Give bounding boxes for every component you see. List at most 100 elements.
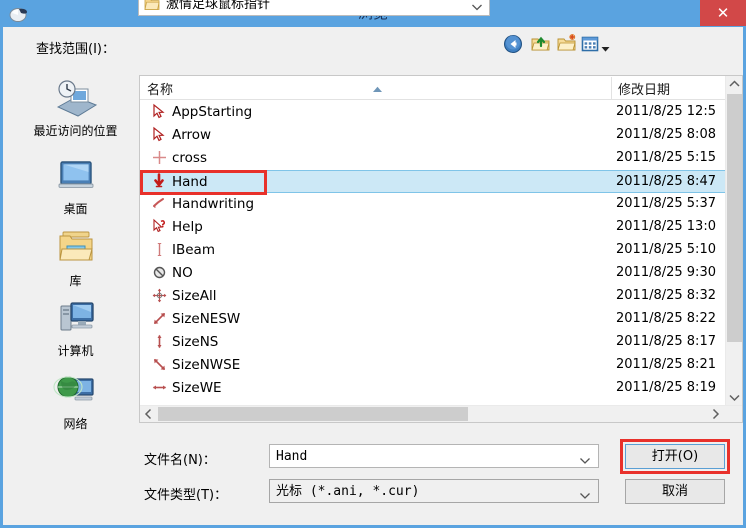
file-name: AppStarting <box>172 104 253 120</box>
scroll-right-icon[interactable] <box>707 406 724 422</box>
sidebar-item-libraries[interactable]: 库 <box>18 227 133 289</box>
sidebar-item-recent[interactable]: 最近访问的位置 <box>18 77 133 139</box>
table-row[interactable]: SizeNS 2011/8/25 8:17 <box>140 331 725 354</box>
cursor-appstarting-icon <box>151 103 168 121</box>
cursor-ibeam-icon <box>151 241 168 259</box>
file-name: SizeNESW <box>172 311 241 327</box>
file-rows: AppStarting 2011/8/25 12:5 Arrow 2011/8/… <box>140 101 725 401</box>
open-button[interactable]: 打开(O) <box>625 444 725 469</box>
chevron-down-icon[interactable] <box>579 452 591 464</box>
filename-input[interactable]: Hand <box>269 444 599 468</box>
filetype-label: 文件类型(T)： <box>144 488 228 503</box>
table-row[interactable]: SizeWE 2011/8/25 8:19 <box>140 377 725 400</box>
views-button[interactable] <box>581 34 599 54</box>
back-button[interactable] <box>503 34 525 54</box>
chevron-down-icon[interactable] <box>579 487 591 499</box>
cursor-sizenesw-icon <box>151 310 168 328</box>
scrollbar-corner <box>725 406 742 422</box>
cursor-sizeall-icon <box>151 287 168 305</box>
file-date: 2011/8/25 5:37 <box>616 196 716 211</box>
cursor-handwriting-icon <box>151 195 168 213</box>
file-date: 2011/8/25 8:08 <box>616 127 716 142</box>
table-row[interactable]: AppStarting 2011/8/25 12:5 <box>140 101 725 124</box>
lookin-value: 激情足球鼠标指针 <box>166 0 271 12</box>
file-name: Hand <box>172 174 208 190</box>
cursor-sizenwse-icon <box>151 356 168 374</box>
horizontal-scrollbar-thumb[interactable] <box>158 407 468 421</box>
up-folder-button[interactable] <box>530 34 552 54</box>
desktop-icon <box>18 155 133 199</box>
cancel-button[interactable]: 取消 <box>625 479 725 504</box>
table-row[interactable]: UpArrow 2011/8/25 8:01 <box>140 400 725 401</box>
file-name: Help <box>172 219 203 235</box>
filename-value: Hand <box>276 449 308 464</box>
sidebar-item-label: 计算机 <box>57 344 94 358</box>
table-row[interactable]: IBeam 2011/8/25 5:10 <box>140 239 725 262</box>
folder-icon <box>144 0 160 11</box>
file-date: 2011/8/25 13:0 <box>616 219 716 234</box>
filename-label: 文件名(N)： <box>144 453 216 468</box>
close-button[interactable]: ✕ <box>700 0 746 26</box>
horizontal-scrollbar[interactable] <box>140 405 742 422</box>
network-icon <box>18 370 133 414</box>
table-row[interactable]: SizeNWSE 2011/8/25 8:21 <box>140 354 725 377</box>
column-header-date[interactable]: 修改日期 <box>618 79 670 98</box>
cursor-no-icon <box>151 264 168 282</box>
cancel-button-label: 取消 <box>661 484 688 499</box>
places-sidebar: 最近访问的位置 桌面 库 计算机 网络 <box>18 75 133 431</box>
cursor-sizens-icon <box>151 333 168 351</box>
chevron-down-icon <box>471 0 483 11</box>
cursor-cross-icon <box>151 149 168 167</box>
chevron-down-icon[interactable] <box>601 40 610 52</box>
file-list[interactable]: 名称 修改日期 AppStarting 2011/8/25 12:5 Arrow… <box>139 75 743 423</box>
filetype-value: 光标 (*.ani, *.cur) <box>276 484 420 499</box>
cursor-help-icon <box>151 218 168 236</box>
sort-ascending-icon <box>372 80 383 92</box>
close-icon: ✕ <box>716 4 730 22</box>
file-name: SizeWE <box>172 380 222 396</box>
scroll-left-icon[interactable] <box>140 406 157 422</box>
lookin-row: 查找范围(I)： 激情足球鼠标指针 <box>3 0 743 69</box>
file-row-hand[interactable]: Hand 2011/8/25 8:47 <box>140 170 725 193</box>
recent-places-icon <box>18 77 133 121</box>
table-row[interactable]: NO 2011/8/25 9:30 <box>140 262 725 285</box>
sidebar-item-network[interactable]: 网络 <box>18 370 133 432</box>
sidebar-item-label: 库 <box>69 274 82 288</box>
lookin-combobox[interactable]: 激情足球鼠标指针 <box>138 0 490 16</box>
vertical-scrollbar-thumb[interactable] <box>727 94 742 342</box>
file-name: Arrow <box>172 127 212 143</box>
sidebar-item-computer[interactable]: 计算机 <box>18 297 133 359</box>
file-date: 2011/8/25 8:32 <box>616 288 716 303</box>
new-folder-button[interactable] <box>556 34 578 54</box>
file-name: Handwriting <box>172 196 255 212</box>
file-date: 2011/8/25 8:19 <box>616 380 716 395</box>
scroll-up-icon[interactable] <box>726 76 742 93</box>
sidebar-item-desktop[interactable]: 桌面 <box>18 155 133 217</box>
table-row[interactable]: SizeAll 2011/8/25 8:32 <box>140 285 725 308</box>
column-divider[interactable] <box>611 77 612 99</box>
file-name: SizeNWSE <box>172 357 241 373</box>
file-name: cross <box>172 150 208 166</box>
libraries-icon <box>18 227 133 271</box>
file-date: 2011/8/25 5:15 <box>616 150 716 165</box>
scroll-down-icon[interactable] <box>726 389 742 406</box>
file-name: SizeAll <box>172 288 217 304</box>
table-row[interactable]: Handwriting 2011/8/25 5:37 <box>140 193 725 216</box>
file-name: SizeNS <box>172 334 219 350</box>
table-row[interactable]: cross 2011/8/25 5:15 <box>140 147 725 170</box>
open-button-label: 打开(O) <box>651 449 699 464</box>
column-header-name[interactable]: 名称 <box>147 79 173 98</box>
table-row[interactable]: Arrow 2011/8/25 8:08 <box>140 124 725 147</box>
column-header-bar: 名称 修改日期 <box>140 76 742 100</box>
file-date: 2011/8/25 8:47 <box>616 174 716 189</box>
cursor-sizewe-icon <box>151 379 168 397</box>
lookin-label: 查找范围(I)： <box>36 42 115 57</box>
table-row[interactable]: SizeNESW 2011/8/25 8:22 <box>140 308 725 331</box>
file-date: 2011/8/25 5:10 <box>616 242 716 257</box>
vertical-scrollbar[interactable] <box>725 76 742 406</box>
table-row[interactable]: Help 2011/8/25 13:0 <box>140 216 725 239</box>
cursor-hand-icon <box>151 173 168 191</box>
file-date: 2011/8/25 8:17 <box>616 334 716 349</box>
filetype-select[interactable]: 光标 (*.ani, *.cur) <box>269 479 599 503</box>
computer-icon <box>18 297 133 341</box>
